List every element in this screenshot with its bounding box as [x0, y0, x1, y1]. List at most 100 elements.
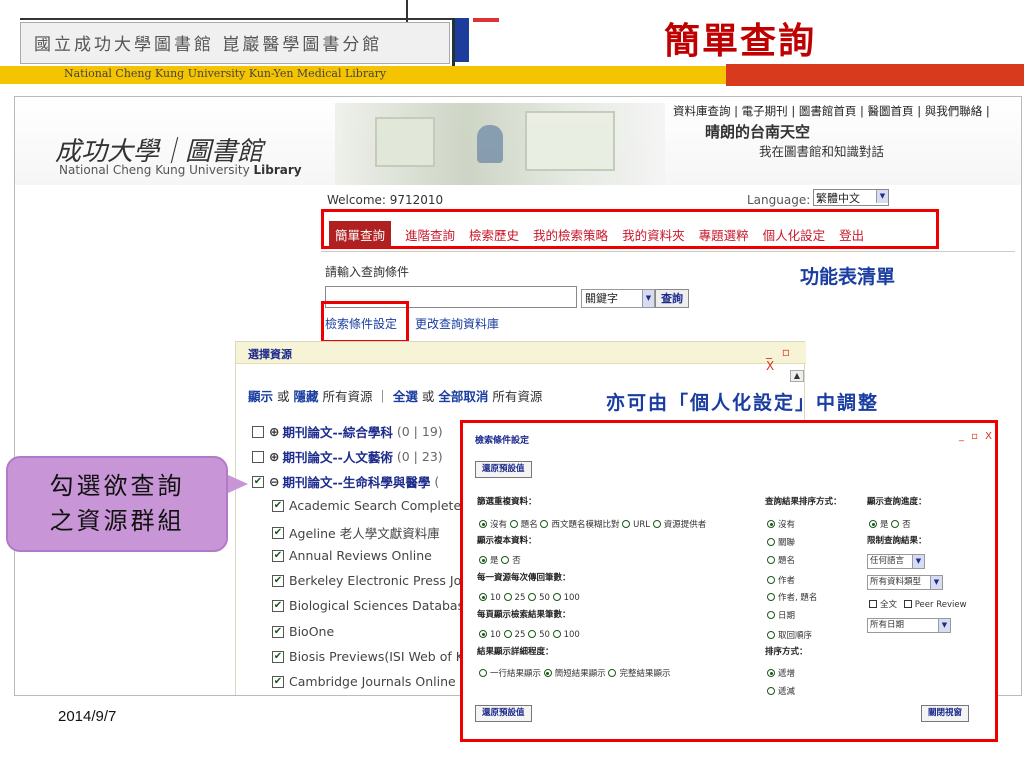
- radio-icon[interactable]: [622, 520, 631, 528]
- menu-logout[interactable]: 登出: [839, 225, 864, 244]
- group-checkbox[interactable]: [252, 450, 264, 463]
- radio-icon[interactable]: [540, 520, 549, 528]
- sort-option[interactable]: 取回順序: [767, 629, 812, 641]
- sort-option[interactable]: 日期: [767, 609, 795, 621]
- radio-icon[interactable]: [501, 556, 510, 564]
- radio-icon[interactable]: [503, 593, 512, 601]
- radio-icon[interactable]: [767, 576, 775, 584]
- language-select[interactable]: 繁體中文 ▼: [813, 189, 889, 206]
- option-50[interactable]: 50: [539, 593, 550, 603]
- restore-default-button[interactable]: 還原預設值: [475, 705, 532, 722]
- fulltext-checkbox[interactable]: [869, 600, 877, 608]
- order-option[interactable]: 遞增: [767, 667, 795, 679]
- resource-item[interactable]: ✔ Biosis Previews(ISI Web of K: [272, 649, 464, 664]
- sort-option[interactable]: 作者, 題名: [767, 591, 817, 603]
- limit-date-select[interactable]: 所有日期 ▼: [867, 618, 951, 633]
- radio-icon[interactable]: [479, 669, 487, 677]
- collapse-icon[interactable]: ⊖: [269, 474, 279, 489]
- resource-item[interactable]: ✔ Berkeley Electronic Press Jo: [272, 573, 461, 588]
- radio-icon[interactable]: [891, 520, 900, 528]
- radio-icon[interactable]: [767, 611, 775, 619]
- restore-default-button[interactable]: 還原預設值: [475, 461, 532, 478]
- select-all-link[interactable]: 全選: [393, 389, 418, 404]
- group-checkbox-checked[interactable]: ✔: [252, 475, 264, 488]
- order-descending[interactable]: 遞減: [778, 687, 795, 697]
- resource-item[interactable]: ✔ Biological Sciences Databas: [272, 598, 464, 613]
- resource-group-row[interactable]: ✔ ⊖ 期刊論文--生命科學與醫學(: [252, 472, 439, 491]
- sort-author-title[interactable]: 作者, 題名: [778, 593, 817, 603]
- sort-none[interactable]: 沒有: [778, 520, 795, 530]
- option-25[interactable]: 25: [515, 630, 526, 640]
- hide-all-link[interactable]: 隱藏: [293, 389, 318, 404]
- expand-icon[interactable]: ⊕: [269, 449, 279, 464]
- option-100[interactable]: 100: [564, 630, 580, 640]
- resource-item[interactable]: ✔ Annual Reviews Online: [272, 548, 432, 563]
- radio-icon[interactable]: [479, 630, 487, 638]
- detail-full[interactable]: 完整結果顯示: [619, 669, 670, 679]
- radio-icon[interactable]: [552, 630, 561, 638]
- sort-option[interactable]: 題名: [767, 554, 795, 566]
- peer-review-checkbox[interactable]: [903, 600, 912, 608]
- menu-my-folder[interactable]: 我的資料夾: [622, 225, 685, 244]
- show-all-link[interactable]: 顯示: [248, 389, 273, 404]
- resource-item[interactable]: ✔ Cambridge Journals Online: [272, 674, 456, 689]
- order-ascending[interactable]: 遞增: [778, 669, 795, 679]
- item-checkbox-checked[interactable]: ✔: [272, 549, 284, 562]
- radio-icon[interactable]: [767, 669, 775, 677]
- option-25[interactable]: 25: [515, 593, 526, 603]
- radio-icon[interactable]: [528, 593, 537, 601]
- top-nav-links[interactable]: 資料庫查詢 | 電子期刊 | 圖書館首頁 | 醫圖首頁 | 與我們聯絡 |: [673, 103, 990, 119]
- item-checkbox-checked[interactable]: ✔: [272, 675, 284, 688]
- dedupe-url[interactable]: URL: [633, 520, 650, 530]
- radio-icon[interactable]: [767, 538, 775, 546]
- option-100[interactable]: 100: [564, 593, 580, 603]
- item-checkbox-checked[interactable]: ✔: [272, 499, 284, 512]
- search-field-select[interactable]: 關鍵字 ▼: [581, 289, 655, 308]
- radio-icon[interactable]: [543, 669, 552, 677]
- limit-language-select[interactable]: 任何語言 ▼: [867, 554, 925, 569]
- radio-icon[interactable]: [767, 631, 775, 639]
- scroll-up-icon[interactable]: ▲: [790, 370, 804, 382]
- menu-topic-selection[interactable]: 專題選粹: [699, 225, 749, 244]
- limit-type-select[interactable]: 所有資料類型 ▼: [867, 575, 943, 590]
- radio-icon[interactable]: [767, 520, 775, 528]
- radio-icon[interactable]: [767, 556, 775, 564]
- detail-brief[interactable]: 簡短結果顯示: [555, 669, 606, 679]
- detail-one-line[interactable]: 一行結果顯示: [490, 669, 541, 679]
- dedupe-provider[interactable]: 資源提供者: [664, 520, 707, 530]
- radio-icon[interactable]: [479, 593, 487, 601]
- radio-icon[interactable]: [479, 556, 487, 564]
- change-database-link[interactable]: 更改查詢資料庫: [415, 315, 499, 332]
- order-option[interactable]: 遞減: [767, 685, 795, 697]
- menu-simple-search[interactable]: 簡單查詢: [329, 221, 392, 248]
- window-controls-icon[interactable]: _ ▫ X: [766, 345, 806, 373]
- group-checkbox[interactable]: [252, 425, 264, 438]
- option-no[interactable]: 否: [902, 520, 911, 530]
- item-checkbox-checked[interactable]: ✔: [272, 526, 284, 539]
- sort-option[interactable]: 關聯: [767, 536, 795, 548]
- radio-icon[interactable]: [503, 630, 512, 638]
- option-yes[interactable]: 是: [490, 556, 499, 566]
- radio-icon[interactable]: [652, 520, 661, 528]
- close-window-button[interactable]: 關閉視窗: [921, 705, 970, 722]
- deselect-all-link[interactable]: 全部取消: [438, 389, 488, 404]
- option-10[interactable]: 10: [490, 630, 501, 640]
- menu-my-strategies[interactable]: 我的檢索策略: [533, 225, 608, 244]
- window-controls-icon[interactable]: _ ▫ X: [959, 431, 994, 442]
- resource-group-row[interactable]: ⊕ 期刊論文--人文藝術 (0 | 23): [252, 447, 443, 466]
- search-settings-link[interactable]: 檢索條件設定: [325, 315, 397, 332]
- item-checkbox-checked[interactable]: ✔: [272, 625, 284, 638]
- menu-search-history[interactable]: 檢索歷史: [469, 225, 519, 244]
- dedupe-none[interactable]: 沒有: [490, 520, 507, 530]
- item-checkbox-checked[interactable]: ✔: [272, 574, 284, 587]
- resource-item[interactable]: ✔ Ageline 老人學文獻資料庫: [272, 523, 440, 542]
- item-checkbox-checked[interactable]: ✔: [272, 599, 284, 612]
- resource-group-row[interactable]: ⊕ 期刊論文--綜合學科 (0 | 19): [252, 422, 443, 441]
- search-button[interactable]: 查詢: [655, 289, 689, 308]
- sort-title[interactable]: 題名: [778, 556, 795, 566]
- sort-option[interactable]: 沒有: [767, 518, 795, 530]
- option-10[interactable]: 10: [490, 593, 501, 603]
- sort-relevance[interactable]: 關聯: [778, 538, 795, 548]
- sort-option[interactable]: 作者: [767, 574, 795, 586]
- radio-icon[interactable]: [767, 593, 775, 601]
